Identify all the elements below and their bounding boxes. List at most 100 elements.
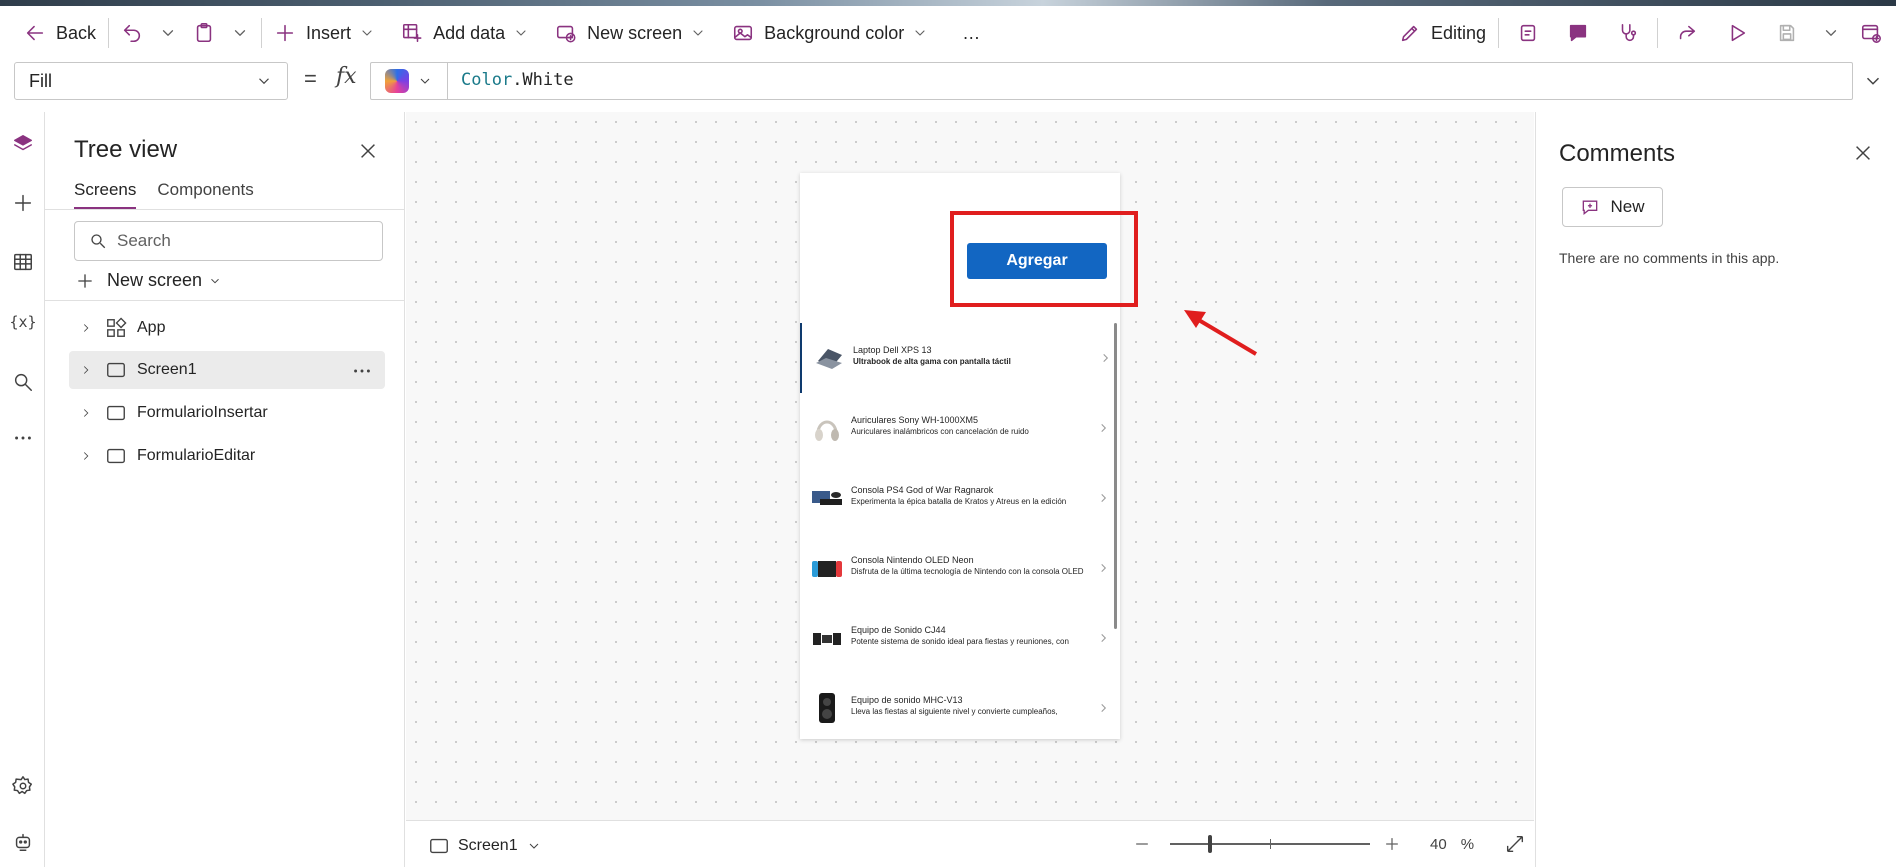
- chevron-right-icon[interactable]: [1099, 423, 1108, 433]
- chevron-right-icon[interactable]: [79, 449, 93, 463]
- screen-icon: [107, 362, 125, 378]
- product-gallery[interactable]: Laptop Dell XPS 13 Ultrabook de alta gam…: [800, 323, 1120, 739]
- add-data-button[interactable]: Add data: [393, 16, 537, 50]
- chevron-right-icon[interactable]: [1099, 703, 1108, 713]
- chevron-right-icon[interactable]: [1101, 353, 1110, 363]
- formula-input[interactable]: Color.White: [370, 62, 1853, 100]
- new-comment-button[interactable]: New: [1562, 187, 1663, 227]
- preview-play-button[interactable]: [1712, 16, 1762, 50]
- publish-icon: [1861, 24, 1881, 43]
- data-rail-button[interactable]: [11, 250, 35, 274]
- chevron-right-icon[interactable]: [79, 406, 93, 420]
- gallery-item[interactable]: Equipo de sonido MHC-V13 Lleva las fiest…: [800, 673, 1114, 743]
- table-icon: [14, 253, 32, 271]
- comments-button[interactable]: [1553, 16, 1603, 50]
- zoom-out-icon[interactable]: [1132, 834, 1152, 854]
- chevron-right-icon[interactable]: [79, 321, 93, 335]
- paste-dropdown[interactable]: [223, 16, 257, 50]
- share-icon: [1679, 25, 1696, 40]
- gallery-scrollbar[interactable]: [1114, 323, 1117, 629]
- chevron-down-icon: [693, 30, 703, 36]
- table-add-icon: [403, 23, 422, 43]
- divider: [1498, 18, 1499, 48]
- paste-button[interactable]: [185, 16, 223, 50]
- gallery-item[interactable]: Auriculares Sony WH-1000XM5 Auriculares …: [800, 393, 1114, 463]
- close-icon[interactable]: [357, 140, 379, 162]
- save-dropdown[interactable]: [1812, 16, 1850, 50]
- settings-rail-button[interactable]: [11, 774, 35, 798]
- tree-node-app[interactable]: App: [69, 309, 385, 347]
- notes-button[interactable]: [1503, 16, 1553, 50]
- more-commands-button[interactable]: …: [954, 16, 988, 50]
- tab-screens[interactable]: Screens: [74, 180, 137, 210]
- insert-button[interactable]: Insert: [266, 16, 383, 50]
- gallery-item[interactable]: Laptop Dell XPS 13 Ultrabook de alta gam…: [800, 323, 1114, 393]
- new-screen-link[interactable]: New screen: [75, 270, 222, 291]
- bot-icon: [15, 833, 31, 851]
- chevron-down-icon: [1825, 30, 1837, 36]
- chevron-down-icon: [516, 30, 526, 36]
- tree-node-screen1[interactable]: Screen1: [69, 351, 385, 389]
- copilot-button[interactable]: [371, 63, 448, 99]
- share-button[interactable]: [1662, 16, 1712, 50]
- notes-icon: [1520, 24, 1536, 42]
- fit-to-window-icon[interactable]: [1504, 833, 1526, 855]
- switch-thumbnail: [812, 561, 842, 577]
- app-checker-button[interactable]: [1603, 16, 1653, 50]
- editing-mode-button[interactable]: Editing: [1391, 16, 1494, 50]
- variables-rail-button[interactable]: {x}: [9, 310, 37, 334]
- tab-components[interactable]: Components: [157, 180, 253, 210]
- more-horizontal-icon[interactable]: [351, 360, 373, 382]
- chevron-right-icon[interactable]: [79, 363, 93, 377]
- undo-icon: [123, 24, 141, 43]
- gallery-item[interactable]: Consola Nintendo OLED Neon Disfruta de l…: [800, 533, 1114, 603]
- zoom-slider-thumb[interactable]: [1208, 835, 1212, 853]
- virtual-agent-rail-button[interactable]: [11, 830, 35, 854]
- screen-selector[interactable]: Screen1: [428, 835, 542, 857]
- panel-title: Tree view: [74, 136, 178, 163]
- zoom-controls: 40 %: [1132, 833, 1526, 855]
- undo-button[interactable]: [113, 16, 151, 50]
- screen-icon: [430, 838, 448, 854]
- formula-bar: Fill = fx Color.White: [0, 60, 1896, 104]
- insert-rail-button[interactable]: [11, 191, 35, 215]
- gallery-item[interactable]: Consola PS4 God of War Ragnarok Experime…: [800, 463, 1114, 533]
- close-icon[interactable]: [1852, 142, 1874, 164]
- tree-view-rail-button[interactable]: [11, 132, 35, 156]
- clipboard-icon: [196, 23, 212, 43]
- zoom-slider[interactable]: [1170, 835, 1370, 853]
- more-horizontal-icon: [15, 436, 31, 440]
- search-rail-button[interactable]: [11, 370, 35, 394]
- undo-dropdown[interactable]: [151, 16, 185, 50]
- laptop-thumbnail: [816, 349, 842, 369]
- chevron-down-icon: [362, 30, 372, 36]
- save-button[interactable]: [1762, 16, 1812, 50]
- stereo-thumbnail: [813, 633, 841, 645]
- more-rail-button[interactable]: [11, 426, 35, 450]
- back-button[interactable]: Back: [16, 16, 104, 50]
- console-thumbnail: [812, 491, 842, 505]
- variables-icon: {x}: [9, 313, 37, 331]
- chevron-right-icon[interactable]: [1099, 633, 1108, 643]
- tree-node-formularioeditar[interactable]: FormularioEditar: [69, 437, 385, 475]
- layers-icon: [14, 135, 32, 151]
- search-input[interactable]: Search: [74, 221, 383, 261]
- zoom-in-icon[interactable]: [1382, 834, 1402, 854]
- divider: [108, 18, 110, 48]
- comments-panel: Comments New There are no comments in th…: [1535, 112, 1896, 867]
- background-color-button[interactable]: Background color: [724, 16, 936, 50]
- divider: [45, 209, 404, 210]
- speaker-thumbnail: [819, 693, 835, 723]
- chevron-right-icon[interactable]: [1099, 563, 1108, 573]
- tree-node-formularioinsertar[interactable]: FormularioInsertar: [69, 394, 385, 432]
- gallery-item[interactable]: Equipo de Sonido CJ44 Potente sistema de…: [800, 603, 1114, 673]
- publish-button[interactable]: [1850, 16, 1896, 50]
- property-dropdown[interactable]: Fill: [14, 62, 288, 100]
- screen-icon: [107, 448, 125, 464]
- expand-formula-icon[interactable]: [1862, 70, 1884, 92]
- play-icon: [1731, 24, 1746, 42]
- chevron-down-icon: [915, 30, 925, 36]
- new-screen-button[interactable]: New screen: [547, 16, 714, 50]
- chevron-right-icon[interactable]: [1099, 493, 1108, 503]
- canvas-status-bar: Screen1 40 %: [406, 820, 1534, 867]
